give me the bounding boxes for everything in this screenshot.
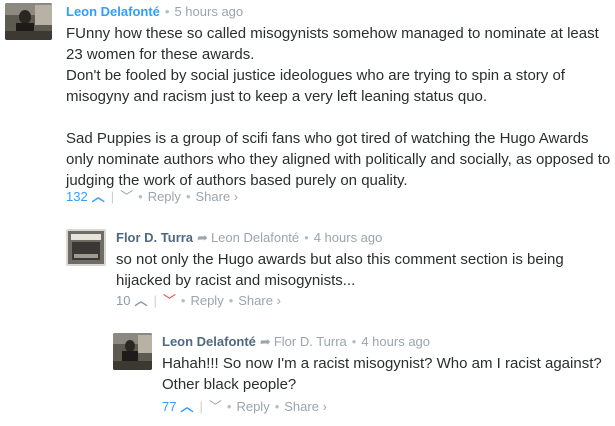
downvote-icon[interactable]: ﹀: [120, 189, 133, 205]
comment-header: Leon Delafonté ➦ Flor D. Turra • 4 hours ago: [162, 334, 430, 350]
upvote-icon[interactable]: ︿: [180, 399, 193, 415]
share-link[interactable]: Share ›: [196, 189, 239, 205]
separator-dot: •: [304, 230, 309, 245]
comment-body: so not only the Hugo awards but also thi…: [116, 249, 576, 291]
downvote-icon[interactable]: ﹀: [163, 293, 176, 309]
avatar[interactable]: [113, 333, 152, 370]
upvote-icon[interactable]: ︿: [92, 189, 105, 205]
comment-body: FUnny how these so called misogynists so…: [66, 23, 611, 191]
separator-dot: •: [226, 399, 232, 414]
upvote-count: 77: [162, 399, 177, 414]
author-name[interactable]: Leon Delafonté: [162, 334, 256, 349]
comment-body: Hahah!!! So now I'm a racist misogynist?…: [162, 353, 610, 395]
comment-header: Flor D. Turra ➦ Leon Delafonté • 4 hours ago: [116, 230, 382, 246]
comment-actions: 77 ︿ | ﹀ • Reply • Share ›: [162, 399, 327, 415]
reply-arrow-icon: ➦: [197, 230, 208, 245]
reply-link[interactable]: Reply: [236, 399, 269, 415]
separator-dot: •: [351, 334, 357, 349]
separator-dot: •: [164, 4, 170, 19]
upvote-count: 132: [66, 189, 88, 204]
divider: |: [153, 293, 157, 308]
separator-dot: •: [274, 399, 280, 414]
comment-paragraph: FUnny how these so called misogynists so…: [66, 25, 599, 105]
author-name[interactable]: Leon Delafonté: [66, 4, 160, 19]
reply-link[interactable]: Reply: [190, 293, 223, 309]
divider: |: [199, 399, 203, 414]
reply-arrow-icon: ➦: [259, 334, 271, 349]
author-name[interactable]: Flor D. Turra: [116, 230, 193, 245]
comment-paragraph: Hahah!!! So now I'm a racist misogynist?…: [162, 355, 602, 393]
separator-dot: •: [185, 189, 191, 204]
avatar-photo: [113, 333, 152, 370]
timestamp[interactable]: 4 hours ago: [314, 230, 383, 245]
separator-dot: •: [138, 189, 143, 204]
avatar-photo: [66, 229, 106, 266]
in-reply-to-name[interactable]: Leon Delafonté: [211, 230, 299, 245]
comment-actions: 10 ︿ | ﹀ • Reply • Share ›: [116, 293, 281, 309]
in-reply-to-name[interactable]: Flor D. Turra: [274, 334, 347, 349]
share-link[interactable]: Share ›: [238, 293, 281, 309]
timestamp[interactable]: 5 hours ago: [174, 4, 243, 19]
comment-paragraph: Sad Puppies is a group of scifi fans who…: [66, 130, 611, 189]
avatar-photo: [5, 3, 52, 40]
separator-dot: •: [228, 293, 234, 308]
comment-actions: 132 ︿ | ﹀ • Reply • Share ›: [66, 189, 238, 205]
downvote-icon[interactable]: ﹀: [209, 399, 222, 415]
timestamp[interactable]: 4 hours ago: [361, 334, 430, 349]
comment-header: Leon Delafonté • 5 hours ago: [66, 4, 243, 20]
separator-dot: •: [180, 293, 186, 308]
upvote-icon[interactable]: ︿: [134, 293, 147, 309]
upvote-count: 10: [116, 293, 131, 308]
reply-link[interactable]: Reply: [148, 189, 181, 205]
share-link[interactable]: Share ›: [284, 399, 327, 415]
avatar[interactable]: [66, 229, 106, 266]
comment-paragraph: so not only the Hugo awards but also thi…: [116, 251, 564, 289]
divider: |: [110, 189, 115, 204]
avatar[interactable]: [5, 3, 52, 40]
